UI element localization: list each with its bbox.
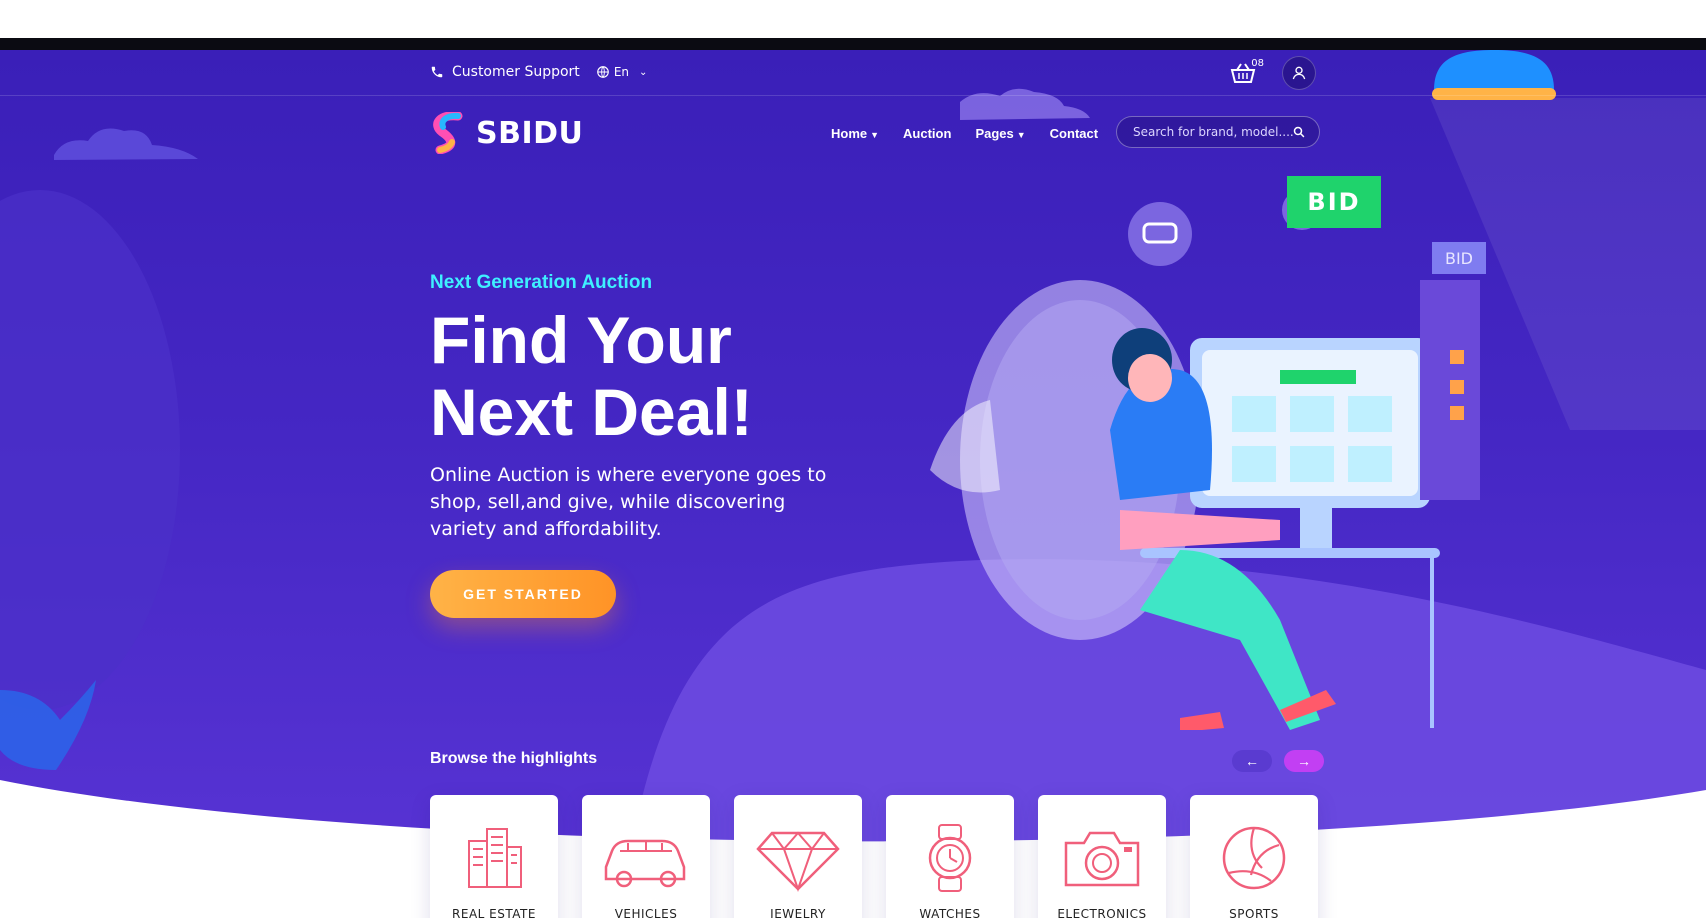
category-card-watches[interactable]: WATCHES [886,795,1014,918]
caret-down-icon: ▼ [870,130,880,140]
user-icon [1292,66,1306,80]
brand-name: SBIDU [476,115,584,151]
highlights-title: Browse the highlights [430,750,598,767]
highlights-category-list: REAL ESTATE VEHICLES JEWELRY WATCHES ELE… [430,795,1318,918]
hero-headline: Find Your Next Deal! [430,304,850,448]
bid-tag-small: BID [1432,242,1486,274]
top-bar-left: Customer Support En ⌄ [430,64,647,80]
bid-tag-label: BID [1444,248,1473,268]
cart-count-badge: 08 [1251,58,1264,69]
volleyball-icon [1222,826,1286,890]
car-icon [604,839,686,888]
carousel-prev-button[interactable]: ← [1232,750,1272,772]
category-card-vehicles[interactable]: VEHICLES [582,795,710,918]
nav-pages-label: Pages [975,126,1014,141]
cart-button[interactable]: 08 [1226,56,1264,90]
search-icon[interactable] [1293,126,1305,138]
hero-section: BID BID Customer Support En ⌄ 08 SBIDU H… [0,50,1706,918]
main-navbar: SBIDU Home ▼ Auction Pages ▼ Contact [430,112,1320,160]
nav-auction-label: Auction [903,126,952,141]
top-bar-right: 08 [1226,56,1316,90]
hero-subtitle: Next Generation Auction [430,272,653,293]
nav-pages[interactable]: Pages ▼ [975,126,1025,141]
nav-auction[interactable]: Auction [903,126,951,141]
nav-links: Home ▼ Auction Pages ▼ Contact [831,126,1098,141]
category-card-sports[interactable]: SPORTS [1190,795,1318,918]
category-label: SPORTS [1229,907,1279,918]
highlights-carousel-controls: ← → [1232,750,1324,772]
customer-support-label: Customer Support [452,64,580,80]
camera-icon [1064,831,1140,887]
browser-strip [0,38,1706,50]
hero-illustration [930,190,1480,730]
category-label: ELECTRONICS [1057,907,1147,918]
nav-home[interactable]: Home ▼ [831,126,879,141]
hero-headline-line2: Next Deal! [430,375,753,449]
category-label: WATCHES [919,907,981,918]
globe-icon [596,66,609,78]
language-label: En [613,65,629,79]
customer-support-link[interactable]: Customer Support [430,64,580,80]
brand-logo[interactable]: SBIDU [430,112,583,154]
carousel-next-button[interactable]: → [1284,750,1324,772]
search-input[interactable] [1133,125,1293,139]
nav-contact[interactable]: Contact [1050,126,1098,141]
category-card-jewelry[interactable]: JEWELRY [734,795,862,918]
bid-main-label: BID [1307,188,1361,216]
nav-home-label: Home [831,126,868,141]
user-account-button[interactable] [1282,56,1316,90]
caret-down-icon: ▼ [1016,130,1026,140]
hero-headline-line1: Find Your [430,303,732,377]
sbidu-logo-icon [433,112,463,154]
phone-icon [431,66,443,78]
building-icon [468,828,522,888]
hero-description: Online Auction is where everyone goes to… [430,464,827,540]
language-selector[interactable]: En ⌄ [596,65,648,79]
category-label: JEWELRY [770,907,826,918]
get-started-button[interactable]: GET STARTED [430,570,616,618]
diamond-icon [756,831,840,893]
search-bar [1116,116,1320,148]
page: BID BID Customer Support En ⌄ 08 SBIDU H… [0,0,1706,918]
top-bar: Customer Support En ⌄ 08 [0,50,1706,96]
chevron-down-icon: ⌄ [639,66,648,78]
category-card-real-estate[interactable]: REAL ESTATE [430,795,558,918]
category-label: VEHICLES [614,907,678,918]
category-card-electronics[interactable]: ELECTRONICS [1038,795,1166,918]
nav-contact-label: Contact [1049,126,1099,141]
hero-background-shapes [0,88,1706,918]
watch-icon [928,824,972,892]
bid-tag-main: BID [1287,176,1381,228]
category-label: REAL ESTATE [452,907,536,918]
